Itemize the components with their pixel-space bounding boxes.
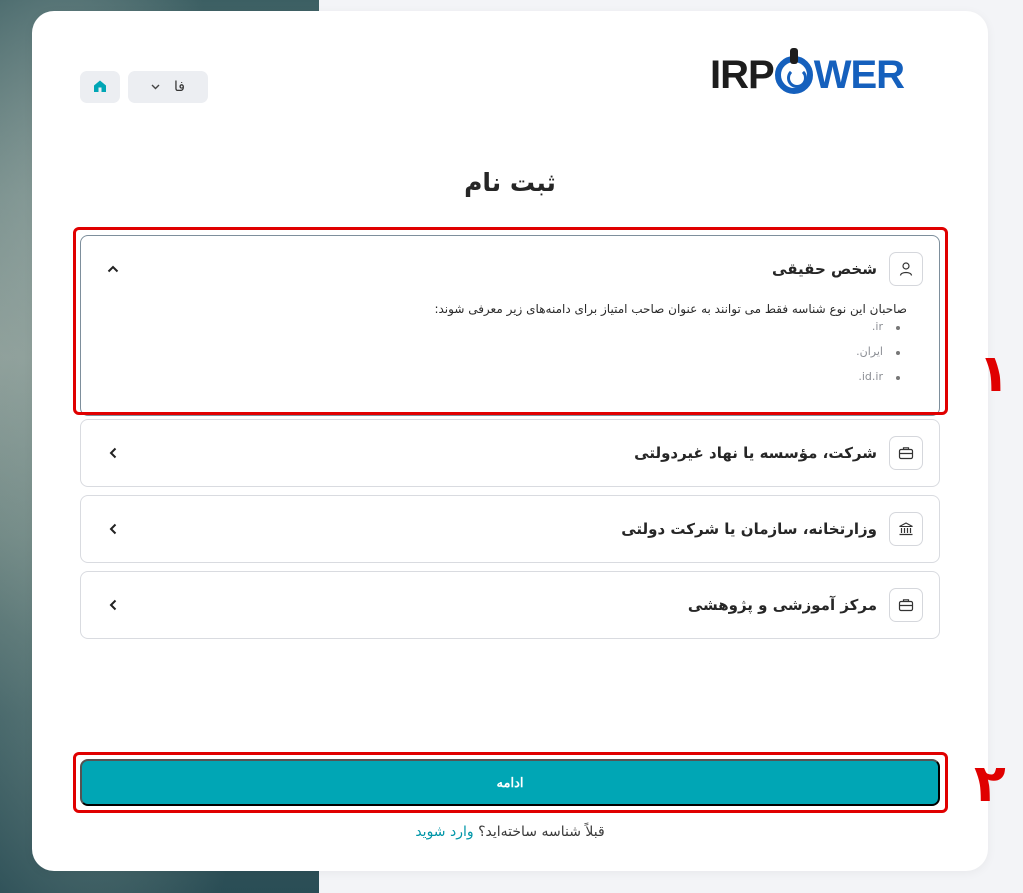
chevron-down-icon <box>151 82 160 93</box>
language-select[interactable]: فا <box>128 71 208 103</box>
accordion-label: شرکت، مؤسسه یا نهاد غیردولتی <box>634 444 877 462</box>
signup-card: فا IRP WER ثبت نام شخص حقیقی صاحبان این … <box>32 11 988 871</box>
annotation-number-1: ۱ <box>978 344 1010 404</box>
logo-text-right: WER <box>813 53 905 97</box>
language-value: فا <box>174 79 185 95</box>
accordion-header-company[interactable]: شرکت، مؤسسه یا نهاد غیردولتی <box>81 420 939 486</box>
login-prompt: قبلاً شناسه ساخته‌اید؟ وارد شوید <box>32 824 988 840</box>
annotation-number-2: ۲ <box>974 754 1006 814</box>
login-link[interactable]: وارد شوید <box>415 824 473 840</box>
briefcase-icon <box>889 436 923 470</box>
bank-icon <box>889 512 923 546</box>
accordion-item-company: شرکت، مؤسسه یا نهاد غیردولتی <box>80 419 940 487</box>
power-icon <box>774 48 813 94</box>
login-question: قبلاً شناسه ساخته‌اید؟ <box>478 824 605 840</box>
briefcase-icon <box>889 588 923 622</box>
accordion-item-education: مرکز آموزشی و پژوهشی <box>80 571 940 639</box>
page-title: ثبت نام <box>464 168 556 197</box>
irpower-logo: IRP WER <box>710 48 950 101</box>
accordion-header-government[interactable]: وزارتخانه، سازمان یا شرکت دولتی <box>81 496 939 562</box>
logo-text-left: IRP <box>710 53 775 97</box>
accordion-label: وزارتخانه، سازمان یا شرکت دولتی <box>621 520 877 538</box>
annotation-box-2 <box>73 752 948 813</box>
accordion-header-education[interactable]: مرکز آموزشی و پژوهشی <box>81 572 939 638</box>
chevron-left-icon[interactable] <box>105 597 121 613</box>
annotation-box-1 <box>73 227 948 415</box>
chevron-left-icon[interactable] <box>105 445 121 461</box>
home-button[interactable] <box>80 71 120 103</box>
home-icon <box>93 78 107 97</box>
accordion-label: مرکز آموزشی و پژوهشی <box>687 596 877 614</box>
accordion-item-government: وزارتخانه، سازمان یا شرکت دولتی <box>80 495 940 563</box>
chevron-left-icon[interactable] <box>105 521 121 537</box>
